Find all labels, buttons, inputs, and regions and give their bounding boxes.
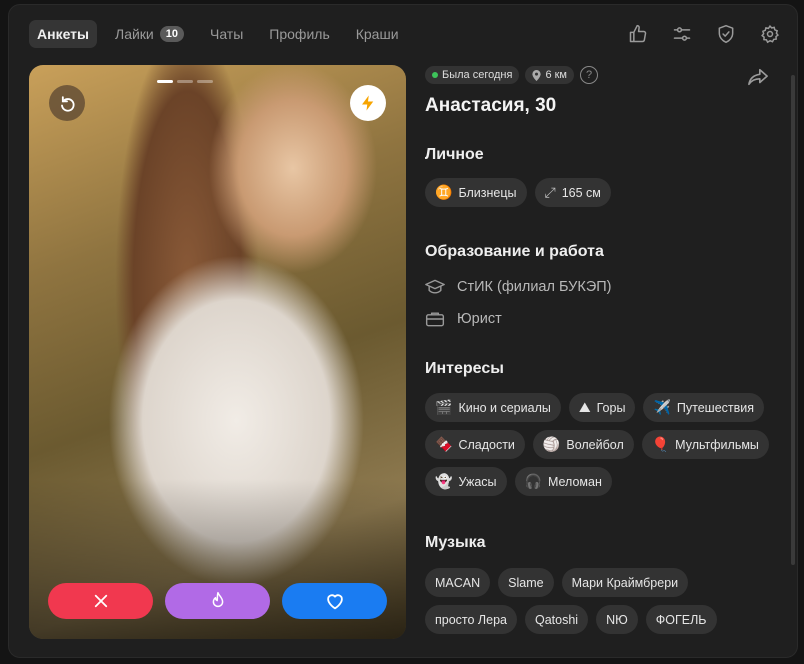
- height-chip: ⤢ 165 см: [534, 178, 611, 207]
- interest-chip: 🍫 Сладости: [425, 430, 525, 459]
- tab-label: Профиль: [269, 26, 330, 42]
- flame-icon: [212, 591, 223, 608]
- artist-chip: Мари Краймбрери: [561, 568, 689, 597]
- online-dot: [432, 72, 438, 78]
- tab-label: Лайки: [115, 26, 154, 42]
- profile-name: Анастасия, 30: [425, 95, 557, 116]
- chip-label: Волейбол: [566, 437, 624, 452]
- top-nav: Анкеты Лайки 10 Чаты Профиль Краши: [29, 19, 783, 49]
- tab-likes[interactable]: Лайки 10: [107, 20, 192, 48]
- chip-label: Близнецы: [458, 185, 517, 200]
- mountain-icon: ⛰: [578, 399, 591, 415]
- tab-label: Чаты: [210, 26, 244, 42]
- profile-meta: Была сегодня 6 км ?: [425, 65, 765, 85]
- tab-profiles[interactable]: Анкеты: [29, 20, 97, 48]
- education-section-title: Образование и работа: [425, 243, 604, 260]
- gear-icon[interactable]: [757, 21, 783, 47]
- thumbs-up-icon[interactable]: [625, 21, 651, 47]
- shield-check-icon[interactable]: [713, 21, 739, 47]
- dislike-button[interactable]: [48, 583, 153, 619]
- status-text: Была сегодня: [442, 69, 513, 81]
- tab-label: Анкеты: [37, 26, 89, 42]
- likes-count-badge: 10: [159, 26, 184, 42]
- expand-arrows-icon: ⤢: [544, 184, 556, 200]
- photo-pagination: [157, 80, 213, 83]
- undo-icon: [61, 96, 75, 112]
- chip-label: 165 см: [561, 185, 601, 200]
- music-section-title: Музыка: [425, 534, 486, 551]
- distance-badge: 6 км: [525, 66, 574, 84]
- close-icon: [94, 594, 107, 608]
- job-row: Юрист: [425, 308, 765, 330]
- interest-chip: 👻 Ужасы: [425, 467, 507, 496]
- chocolate-icon: 🍫: [435, 436, 453, 452]
- swipe-actions: [48, 583, 387, 619]
- pagination-dot: [177, 80, 193, 83]
- profile-info: Была сегодня 6 км ? Анастасия, 30 Личное…: [425, 65, 769, 634]
- help-icon: ?: [585, 69, 593, 81]
- profile-photo[interactable]: [29, 65, 406, 639]
- zodiac-chip: ♊ Близнецы: [425, 178, 527, 207]
- clapperboard-icon: 🎬: [435, 399, 453, 415]
- balloon-icon: 🎈: [651, 436, 670, 452]
- distance-text: 6 км: [545, 69, 567, 81]
- superlike-button[interactable]: [165, 583, 270, 619]
- scrollbar[interactable]: [791, 75, 795, 565]
- volleyball-icon: 🏐: [542, 436, 561, 452]
- app-window: Анкеты Лайки 10 Чаты Профиль Краши Была …: [8, 4, 798, 658]
- headphones-icon: 🎧: [524, 473, 542, 489]
- artist-chip: просто Лера: [425, 605, 517, 634]
- chip-label: Ужасы: [458, 474, 497, 489]
- job-text: Юрист: [457, 311, 502, 327]
- boost-button[interactable]: [350, 85, 386, 121]
- artist-chip: NЮ: [596, 605, 638, 634]
- ghost-icon: 👻: [435, 473, 453, 489]
- interest-chip: 🎧 Меломан: [514, 467, 612, 496]
- tab-chats[interactable]: Чаты: [202, 20, 251, 48]
- online-status-badge: Была сегодня: [425, 66, 520, 84]
- interest-chip: 🎈 Мультфильмы: [641, 430, 769, 459]
- interest-chip: 🎬 Кино и сериалы: [425, 393, 561, 422]
- chip-label: Горы: [596, 400, 626, 415]
- interest-chip: ⛰ Горы: [568, 393, 636, 422]
- lightning-icon: [362, 95, 374, 111]
- chip-label: Путешествия: [676, 400, 755, 415]
- help-button[interactable]: ?: [580, 66, 598, 84]
- airplane-icon: ✈️: [653, 399, 671, 415]
- sliders-icon[interactable]: [669, 21, 695, 47]
- pagination-dot: [197, 80, 213, 83]
- gemini-icon: ♊: [435, 184, 453, 200]
- undo-button[interactable]: [49, 85, 85, 121]
- tab-crushes[interactable]: Краши: [348, 20, 407, 48]
- artist-chip: ФОГЕЛЬ: [645, 605, 717, 634]
- pagination-dot: [157, 80, 173, 83]
- artist-chip: MACAN: [425, 568, 491, 597]
- interests-chips: 🎬 Кино и сериалы ⛰ Горы ✈️ Путешествия 🍫 Сла…: [425, 393, 770, 496]
- interest-chip: ✈️ Путешествия: [643, 393, 765, 422]
- school-row: СтИК (филиал БУКЭП): [425, 276, 765, 298]
- graduation-cap-icon: [425, 279, 445, 294]
- personal-section-title: Личное: [425, 146, 484, 163]
- like-button[interactable]: [282, 583, 387, 619]
- chip-label: Кино и сериалы: [458, 400, 551, 415]
- music-chips: MACAN Slame Мари Краймбрери просто Лера …: [425, 568, 755, 634]
- chip-label: Сладости: [458, 437, 515, 452]
- interest-chip: 🏐 Волейбол: [532, 430, 634, 459]
- tab-label: Краши: [355, 26, 399, 42]
- location-pin-icon: [532, 69, 542, 81]
- chip-label: Меломан: [547, 474, 602, 489]
- artist-chip: Qatoshi: [525, 605, 589, 634]
- chip-label: Мультфильмы: [675, 437, 759, 452]
- artist-chip: Slame: [498, 568, 554, 597]
- personal-chips: ♊ Близнецы ⤢ 165 см: [425, 178, 765, 207]
- tab-profile[interactable]: Профиль: [261, 20, 337, 48]
- school-text: СтИК (филиал БУКЭП): [457, 279, 612, 295]
- interests-section-title: Интересы: [425, 360, 504, 377]
- heart-icon: [326, 594, 343, 610]
- briefcase-icon: [425, 312, 445, 327]
